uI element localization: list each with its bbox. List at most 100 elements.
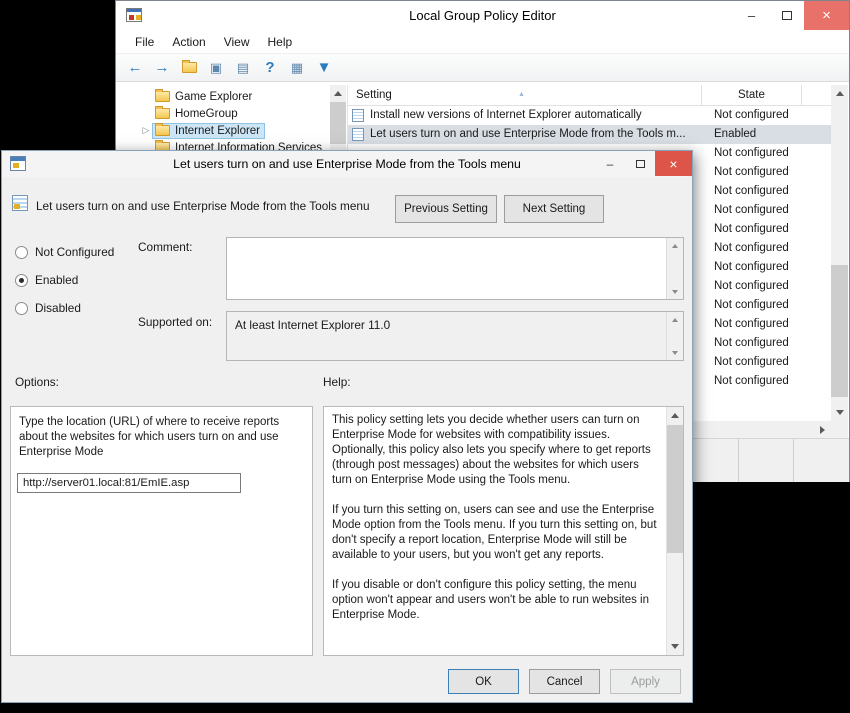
- state-cell: Not configured: [714, 296, 789, 315]
- scrollbar-thumb[interactable]: [667, 425, 683, 553]
- supported-on-box: At least Internet Explorer 11.0: [226, 311, 684, 361]
- list-row-selected[interactable]: Let users turn on and use Enterprise Mod…: [348, 125, 831, 144]
- scroll-down-arrow[interactable]: [831, 404, 848, 421]
- comment-input[interactable]: [226, 237, 684, 300]
- close-icon: ×: [822, 7, 831, 24]
- help-scrollbar[interactable]: [666, 407, 683, 655]
- state-cell: Enabled: [714, 125, 756, 144]
- options-description: Type the location (URL) of where to rece…: [11, 407, 312, 460]
- menu-file[interactable]: File: [126, 35, 163, 49]
- desktop: Local Group Policy Editor – × File Actio…: [0, 0, 850, 713]
- forward-icon: →: [155, 59, 170, 76]
- scroll-down-arrow[interactable]: [667, 638, 683, 655]
- scroll-up-arrow[interactable]: [667, 238, 683, 253]
- scroll-up-arrow[interactable]: [831, 85, 848, 102]
- radio-icon: [15, 246, 28, 259]
- console-tree-icon: ▣: [210, 60, 222, 76]
- comment-label: Comment:: [138, 240, 192, 254]
- close-icon: ×: [669, 156, 677, 172]
- comment-scrollbar[interactable]: [666, 238, 683, 299]
- state-cell: Not configured: [714, 163, 789, 182]
- gpedit-titlebar[interactable]: Local Group Policy Editor – ×: [116, 1, 849, 30]
- state-cell: Not configured: [714, 258, 789, 277]
- back-icon: ←: [128, 59, 143, 76]
- maximize-button[interactable]: [769, 1, 804, 30]
- next-setting-button[interactable]: Next Setting: [504, 195, 604, 223]
- expand-arrow-icon[interactable]: ▷: [140, 122, 152, 139]
- scroll-up-arrow[interactable]: [667, 407, 683, 424]
- filter-icon: ▼: [317, 59, 332, 76]
- column-header-state[interactable]: State: [702, 85, 802, 106]
- previous-setting-button[interactable]: Previous Setting: [395, 195, 497, 223]
- scroll-up-arrow[interactable]: [667, 312, 683, 327]
- menu-help[interactable]: Help: [259, 35, 302, 49]
- policy-setting-icon: [352, 128, 364, 141]
- forward-button[interactable]: →: [151, 57, 173, 79]
- supported-on-label: Supported on:: [138, 315, 212, 329]
- up-arrow-icon: [672, 244, 678, 248]
- dialog-title: Let users turn on and use Enterprise Mod…: [2, 157, 692, 171]
- down-arrow-icon: [836, 410, 844, 415]
- up-arrow-icon: [836, 91, 844, 96]
- folder-icon: [155, 91, 170, 102]
- down-arrow-icon: [671, 644, 679, 649]
- scroll-right-arrow[interactable]: [814, 421, 831, 438]
- help-button[interactable]: ?: [259, 57, 281, 79]
- scroll-down-arrow[interactable]: [667, 284, 683, 299]
- scroll-up-arrow[interactable]: [330, 85, 346, 102]
- dialog-window-controls: – ×: [595, 151, 692, 176]
- supported-scrollbar[interactable]: [666, 312, 683, 360]
- list-header: Setting ▲ State: [348, 85, 831, 106]
- help-label: Help:: [323, 375, 351, 389]
- window-controls: – ×: [734, 1, 849, 30]
- minimize-button[interactable]: –: [734, 1, 769, 30]
- help-paragraph: If you turn this setting on, users can s…: [332, 503, 660, 563]
- up-one-level-icon: [182, 62, 197, 73]
- console-tree-button[interactable]: ▣: [205, 57, 227, 79]
- radio-not-configured[interactable]: Not Configured: [15, 244, 114, 260]
- list-row[interactable]: Install new versions of Internet Explore…: [348, 106, 831, 125]
- tree-item-homegroup[interactable]: HomeGroup: [140, 105, 243, 122]
- minimize-icon: –: [607, 157, 614, 171]
- tree-item-game-explorer[interactable]: Game Explorer: [140, 88, 257, 105]
- ok-button[interactable]: OK: [448, 669, 519, 694]
- scrollbar-thumb[interactable]: [330, 102, 346, 144]
- policy-header-icon: [12, 195, 28, 211]
- scroll-down-arrow[interactable]: [667, 345, 683, 360]
- back-button[interactable]: ←: [124, 57, 146, 79]
- vertical-scrollbar[interactable]: [831, 85, 848, 421]
- state-cell: Not configured: [714, 239, 789, 258]
- filter-button[interactable]: ▼: [313, 57, 335, 79]
- menu-action[interactable]: Action: [163, 35, 214, 49]
- dialog-maximize-button[interactable]: [625, 151, 655, 176]
- radio-disabled[interactable]: Disabled: [15, 300, 81, 316]
- radio-enabled[interactable]: Enabled: [15, 272, 78, 288]
- help-panel: This policy setting lets you decide whet…: [323, 406, 684, 656]
- setting-cell: Install new versions of Internet Explore…: [370, 106, 642, 125]
- dialog-close-button[interactable]: ×: [655, 151, 692, 176]
- menubar: File Action View Help: [116, 30, 849, 54]
- up-one-level-button[interactable]: [178, 57, 200, 79]
- close-button[interactable]: ×: [804, 1, 849, 30]
- export-list-button[interactable]: ▤: [232, 57, 254, 79]
- tree-item-label: Game Explorer: [175, 91, 252, 103]
- folder-icon: [155, 108, 170, 119]
- column-header-setting[interactable]: Setting ▲: [348, 85, 702, 106]
- apply-button[interactable]: Apply: [610, 669, 681, 694]
- help-icon: ?: [265, 59, 274, 76]
- setting-cell: Let users turn on and use Enterprise Mod…: [370, 125, 686, 144]
- properties-button[interactable]: ▦: [286, 57, 308, 79]
- cancel-button[interactable]: Cancel: [529, 669, 600, 694]
- column-label: Setting: [356, 89, 392, 101]
- state-cell: Not configured: [714, 372, 789, 391]
- state-cell: Not configured: [714, 201, 789, 220]
- radio-label: Not Configured: [35, 245, 114, 259]
- dialog-minimize-button[interactable]: –: [595, 151, 625, 176]
- menu-view[interactable]: View: [215, 35, 259, 49]
- radio-label: Enabled: [35, 273, 78, 287]
- dialog-titlebar[interactable]: Let users turn on and use Enterprise Mod…: [2, 151, 692, 177]
- report-url-input[interactable]: [17, 473, 241, 493]
- radio-label: Disabled: [35, 301, 81, 315]
- tree-item-internet-explorer[interactable]: ▷ Internet Explorer: [140, 122, 265, 139]
- scrollbar-thumb[interactable]: [831, 265, 848, 397]
